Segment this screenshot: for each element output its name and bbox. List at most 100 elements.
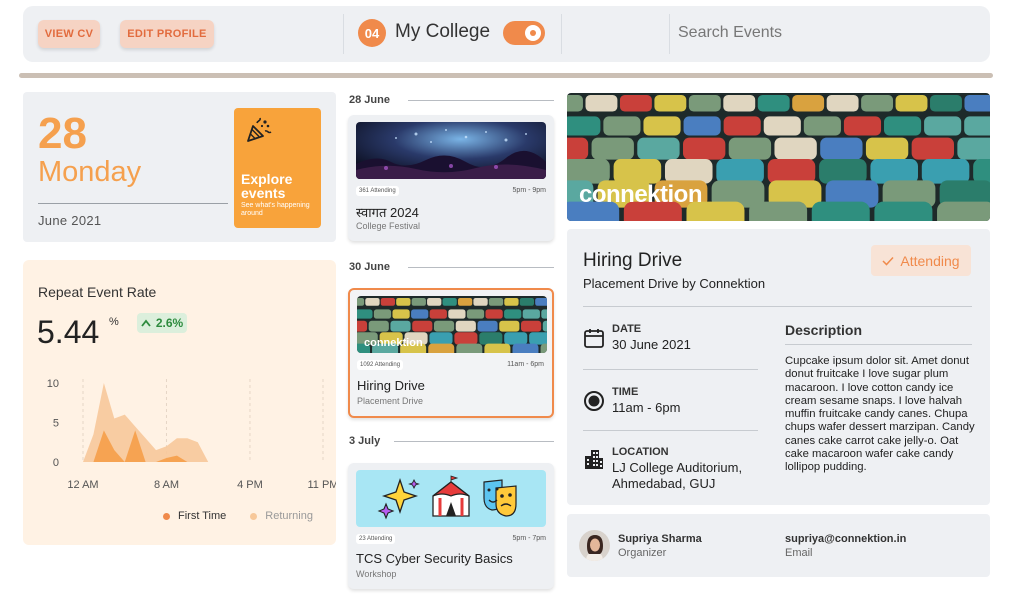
location-label: LOCATION [612, 446, 669, 458]
time-label: TIME [612, 386, 639, 398]
chair-shape [930, 95, 962, 112]
horizontal-scrollbar[interactable] [19, 73, 993, 78]
chair-shape [654, 95, 687, 112]
date-card: 28 Monday June 2021 Explore events See w… [23, 92, 336, 242]
chart-legend: First Time Returning [163, 510, 313, 522]
day-heading: 30 June [349, 261, 390, 273]
chair-shape [540, 343, 547, 353]
chair-shape [519, 298, 535, 306]
date-value: 30 June 2021 [612, 337, 691, 352]
divider [785, 344, 972, 345]
chair-shape [723, 116, 761, 136]
stats-unit: % [109, 316, 119, 328]
chair-shape [585, 95, 618, 112]
chair-shape [716, 159, 764, 184]
time-value: 11am - 6pm [612, 400, 681, 415]
chair-shape [723, 95, 756, 112]
chair-shape [957, 137, 990, 160]
divider [583, 430, 758, 431]
chair-shape [411, 298, 426, 306]
divider [394, 441, 554, 442]
chair-shape [473, 298, 488, 306]
event-title: स्वागत 2024 [356, 205, 419, 220]
legend-dot [250, 512, 258, 520]
chair-shape [567, 159, 610, 184]
chair-shape [499, 320, 520, 332]
chair-shape [477, 320, 498, 332]
event-card[interactable]: 23 Attending 5pm - 7pm TCS Cyber Securit… [348, 463, 554, 589]
description-heading: Description [785, 322, 863, 338]
month-year-label: June 2021 [38, 213, 102, 228]
event-image [356, 470, 546, 527]
chair-shape [427, 298, 442, 306]
chair-shape [774, 137, 817, 160]
legend-label: Returning [265, 510, 313, 522]
search-input[interactable] [678, 18, 968, 48]
clock-icon [584, 391, 604, 411]
college-toggle[interactable] [503, 21, 545, 45]
divider [408, 100, 554, 101]
event-card-selected[interactable]: connektion 1092 Attending 11am - 6pm Hir… [348, 288, 554, 418]
divider [343, 14, 344, 54]
event-hero-image: connektion [567, 93, 990, 221]
attending-button[interactable]: Attending [871, 245, 971, 276]
chair-shape [455, 320, 476, 332]
chair-shape [820, 137, 863, 160]
attending-label: Attending [900, 252, 960, 269]
repeat-rate-card: Repeat Event Rate 5.44 % 2.6% 10 5 0 12 AM 8… [23, 260, 336, 545]
chair-shape [357, 298, 365, 306]
explore-title: Explore events [241, 171, 293, 201]
chair-shape [763, 116, 801, 136]
change-badge: 2.6% [137, 313, 187, 333]
description-text: Cupcake ipsum dolor sit. Amet donut donu… [785, 355, 975, 474]
x-tick-label: 8 AM [154, 479, 179, 491]
college-count-badge: 04 [358, 19, 386, 47]
x-tick-label: 11 PM [308, 479, 336, 491]
weekday-label: Monday [38, 156, 142, 188]
chair-shape [448, 309, 466, 319]
divider [561, 14, 562, 54]
chair-shape [466, 309, 485, 319]
calendar-icon [584, 329, 604, 348]
chair-shape [512, 343, 539, 353]
event-card[interactable]: 361 Attending 5pm - 9pm स्वागत 2024 Coll… [348, 115, 554, 241]
chair-shape [442, 298, 457, 306]
chair-shape [874, 201, 933, 221]
day-heading: 28 June [349, 94, 390, 106]
chair-shape [843, 116, 882, 136]
chair-shape [567, 95, 583, 112]
stats-value: 5.44 [37, 314, 100, 350]
chair-shape [826, 95, 859, 112]
avatar[interactable] [579, 530, 610, 561]
x-tick-label: 4 PM [237, 479, 263, 491]
divider [408, 267, 554, 268]
chair-shape [488, 298, 504, 306]
edit-profile-button[interactable]: EDIT PROFILE [120, 20, 214, 48]
chair-shape [485, 309, 503, 319]
chair-shape [365, 298, 380, 306]
chair-shape [749, 201, 808, 221]
email-label: Email [785, 547, 813, 559]
date-info: DATE 30 June 2021 [583, 323, 758, 353]
detail-subtitle: Placement Drive by Connektion [583, 276, 766, 291]
chair-shape [767, 159, 816, 184]
college-filter-label: My College [395, 21, 491, 42]
chair-shape [819, 159, 867, 184]
chair-shape [504, 298, 519, 306]
chair-shape [542, 320, 547, 332]
chair-shape [479, 332, 503, 345]
chair-shape [357, 320, 368, 332]
date-number: 28 [38, 109, 87, 158]
explore-events-button[interactable]: Explore events See what's happening arou… [234, 108, 321, 228]
brand-logo-text: connektion [579, 181, 703, 208]
chair-shape [757, 95, 790, 112]
chair-shape [521, 320, 542, 332]
chair-shape [411, 309, 429, 319]
view-cv-button[interactable]: VIEW CV [38, 20, 100, 48]
chair-shape [683, 137, 726, 160]
time-info: TIME 11am - 6pm [583, 386, 758, 416]
divider [583, 306, 972, 307]
change-value: 2.6% [155, 316, 184, 330]
divider [583, 369, 758, 370]
organizer-email[interactable]: supriya@connektion.in [785, 533, 906, 545]
